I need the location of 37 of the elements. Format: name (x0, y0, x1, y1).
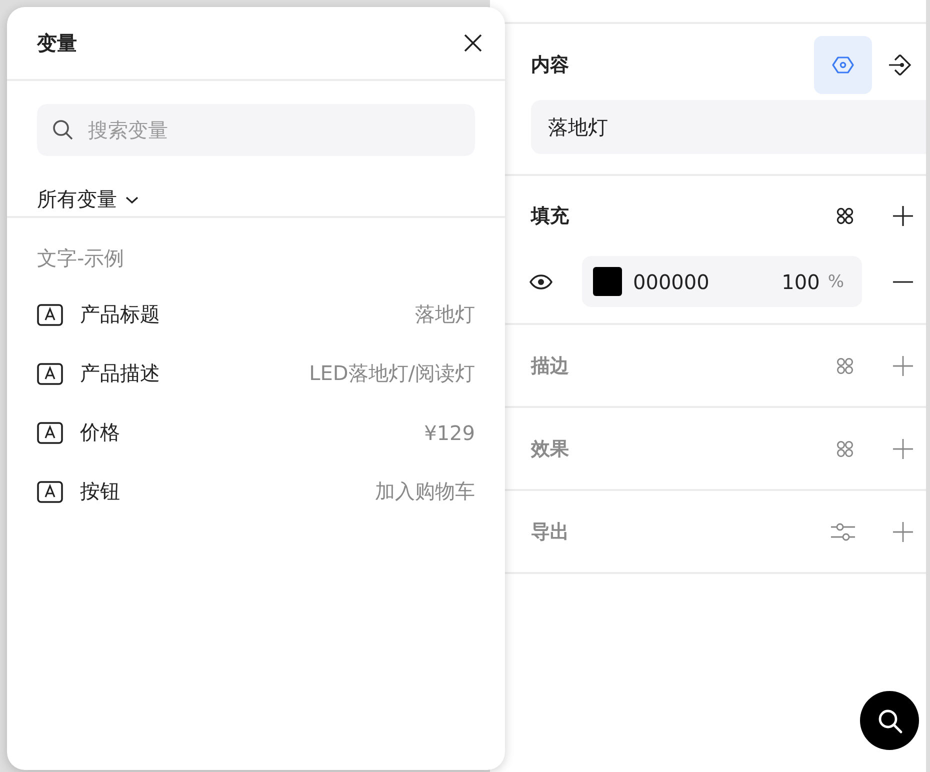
variable-value: 加入购物车 (375, 478, 475, 505)
variable-name: 价格 (80, 419, 120, 446)
search-field[interactable]: 搜索变量 (37, 104, 475, 156)
color-field[interactable]: 000000 100 % (582, 256, 862, 307)
section-title: 描边 (531, 354, 569, 378)
close-icon[interactable] (463, 33, 483, 53)
add-icon[interactable] (892, 205, 914, 227)
content-field[interactable]: 落地灯 (531, 100, 926, 154)
text-variable-icon (37, 362, 63, 384)
variable-name: 产品标题 (80, 301, 160, 328)
remove-icon[interactable] (892, 280, 914, 284)
sliders-icon[interactable] (830, 520, 856, 542)
variable-value: ¥129 (424, 420, 475, 444)
styles-icon[interactable] (834, 205, 856, 227)
dialog-title: 变量 (37, 30, 77, 56)
chevron-down-icon (125, 196, 139, 204)
text-variable-icon (37, 304, 63, 326)
eye-icon[interactable] (529, 274, 553, 290)
variable-item[interactable]: 产品描述 LED落地灯/阅读灯 (37, 344, 475, 403)
section-title: 效果 (531, 436, 569, 462)
color-swatch[interactable] (593, 267, 622, 296)
variable-item[interactable]: 按钮 加入购物车 (37, 462, 475, 521)
variable-item[interactable]: 价格 ¥129 (37, 403, 475, 462)
section-title: 导出 (531, 520, 569, 544)
section-title: 填充 (531, 204, 569, 229)
hexagon-icon (832, 54, 854, 76)
text-variable-icon (37, 480, 63, 502)
variable-name: 按钮 (80, 478, 120, 505)
variable-name: 产品描述 (80, 360, 160, 387)
section-title: 内容 (531, 53, 569, 78)
group-label: 文字-示例 (37, 246, 126, 270)
text-variable-icon (37, 422, 63, 444)
variable-value: 落地灯 (415, 301, 475, 328)
filter-dropdown[interactable]: 所有变量 (37, 186, 139, 213)
variable-value: LED落地灯/阅读灯 (309, 360, 475, 387)
variable-button[interactable] (814, 36, 872, 94)
variable-item[interactable]: 产品标题 落地灯 (37, 285, 475, 344)
